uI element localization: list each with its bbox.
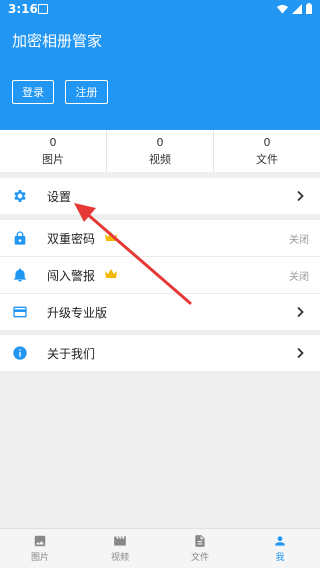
nav-label: 视频	[110, 553, 129, 563]
intrusion-alert-label: 闯入警报	[47, 268, 96, 283]
stat-files[interactable]: 0 文件	[214, 130, 320, 172]
nav-tab-me[interactable]: 我	[240, 529, 320, 568]
stat-images[interactable]: 0 图片	[0, 130, 107, 172]
document-icon	[195, 535, 205, 547]
double-password-label: 双重密码	[47, 231, 96, 246]
about-label: 关于我们	[47, 346, 96, 361]
login-button[interactable]: 登录	[12, 80, 54, 104]
signal-icon	[292, 3, 302, 14]
settings-row[interactable]: 设置	[0, 178, 320, 214]
chevron-right-icon	[297, 190, 304, 202]
stat-label: 文件	[256, 152, 278, 166]
stat-label: 视频	[149, 152, 171, 166]
stat-label: 图片	[42, 152, 64, 166]
status-icons	[277, 3, 312, 14]
image-icon	[34, 535, 46, 547]
intrusion-alert-status: 关闭	[289, 271, 309, 283]
nav-tab-videos[interactable]: 视频	[80, 529, 160, 568]
status-time: 3:16	[8, 2, 38, 16]
nav-tab-files[interactable]: 文件	[160, 529, 240, 568]
intrusion-alert-row[interactable]: 闯入警报 关闭	[0, 257, 320, 293]
nav-tab-images[interactable]: 图片	[0, 529, 80, 568]
upgrade-pro-label: 升级专业版	[47, 305, 108, 320]
upgrade-pro-row[interactable]: 升级专业版	[0, 294, 320, 330]
nav-label: 文件	[190, 553, 209, 563]
battery-icon	[306, 3, 312, 14]
notification-icon	[38, 4, 48, 14]
register-button[interactable]: 注册	[65, 80, 108, 104]
double-password-row[interactable]: 双重密码 关闭	[0, 220, 320, 256]
clapperboard-icon	[114, 536, 126, 546]
about-row[interactable]: 关于我们	[0, 335, 320, 371]
gear-icon	[14, 190, 26, 202]
credit-card-icon	[13, 306, 27, 318]
bottom-nav: 图片 视频 文件 我	[0, 528, 320, 568]
nav-label: 图片	[30, 553, 49, 563]
nav-label: 我	[275, 553, 285, 563]
wifi-icon	[277, 4, 288, 14]
stat-videos[interactable]: 0 视频	[107, 130, 214, 172]
info-icon	[13, 346, 27, 360]
crown-icon	[105, 232, 117, 241]
lock-icon	[14, 231, 26, 245]
person-icon	[275, 536, 285, 546]
profile-header: 加密相册管家 登录 注册	[0, 18, 320, 130]
settings-label: 设置	[47, 189, 72, 204]
stat-count: 0	[156, 135, 164, 149]
stats-bar: 0 图片 0 视频 0 文件	[0, 130, 320, 172]
status-bar: 3:16	[0, 0, 320, 18]
crown-icon	[105, 269, 117, 278]
double-password-status: 关闭	[289, 234, 309, 246]
app-title: 加密相册管家	[12, 32, 103, 50]
chevron-right-icon	[297, 347, 304, 359]
bell-icon	[14, 268, 26, 282]
chevron-right-icon	[297, 306, 304, 318]
stat-count: 0	[263, 135, 271, 149]
stat-count: 0	[49, 135, 57, 149]
